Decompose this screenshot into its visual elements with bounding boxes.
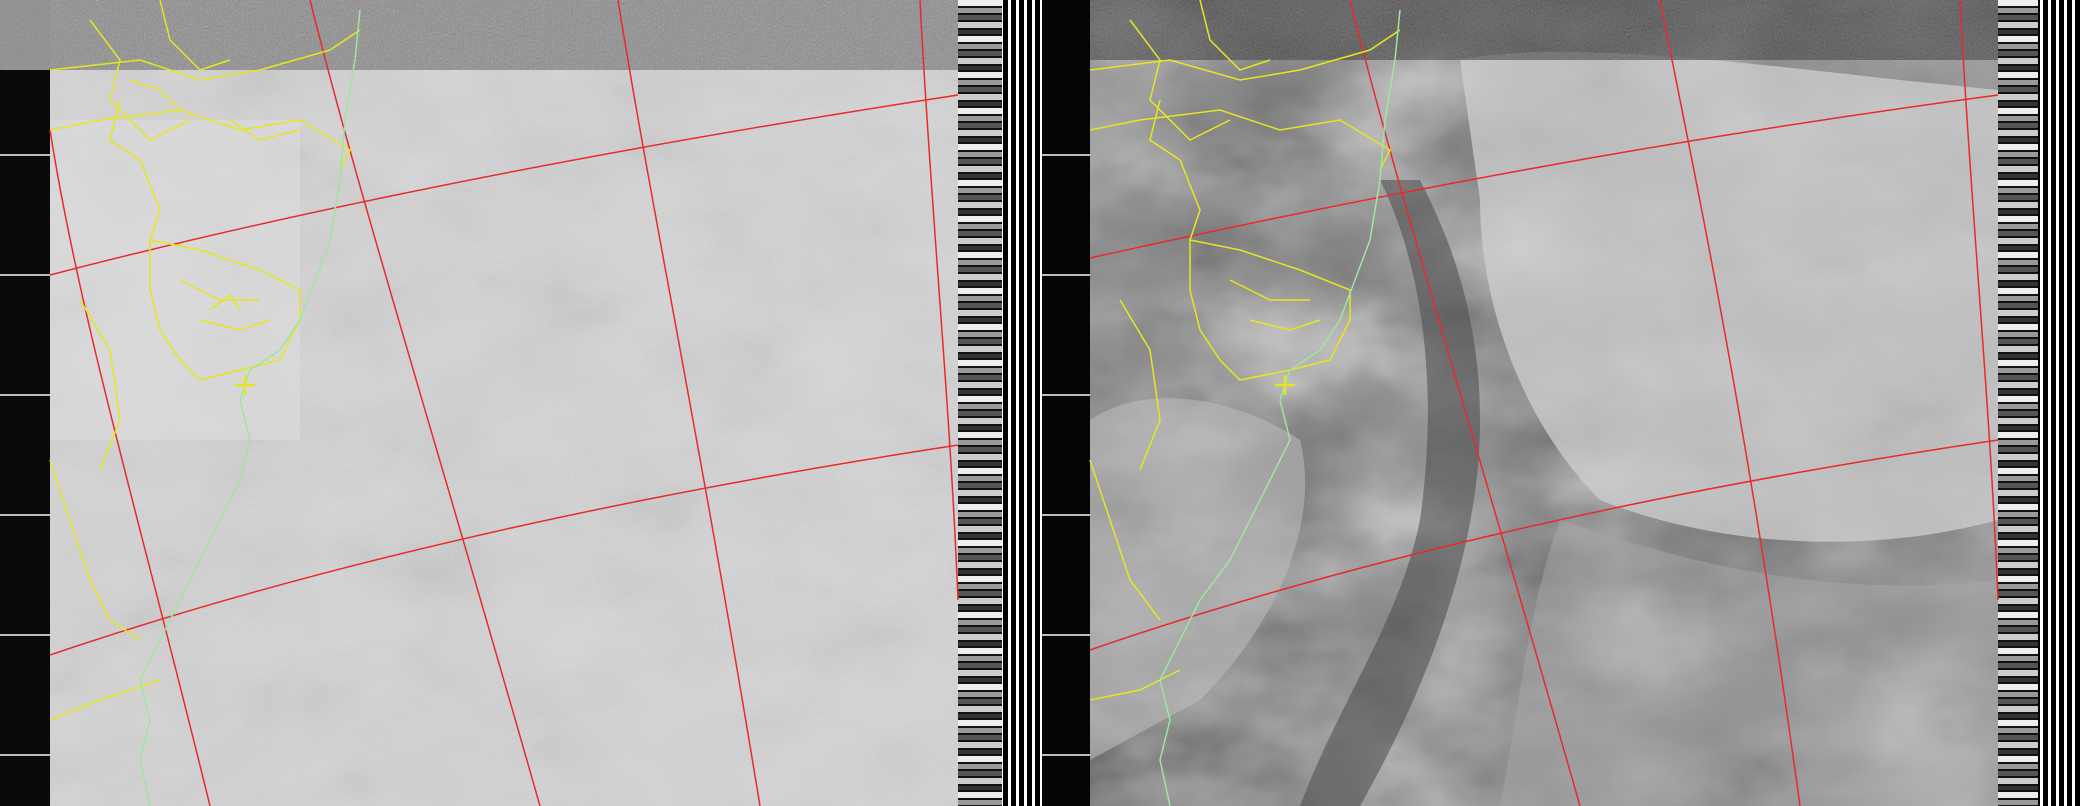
channel-b-image [1090,0,1998,806]
sync-bars-b [2038,0,2080,806]
satellite-image [0,0,2080,806]
satellite-image-frame [0,0,2080,806]
sync-strip-b [1042,0,1090,806]
telemetry-strip-a [958,0,1002,806]
telemetry-strip-b [1998,0,2038,806]
sync-bars-a [1002,0,1042,806]
